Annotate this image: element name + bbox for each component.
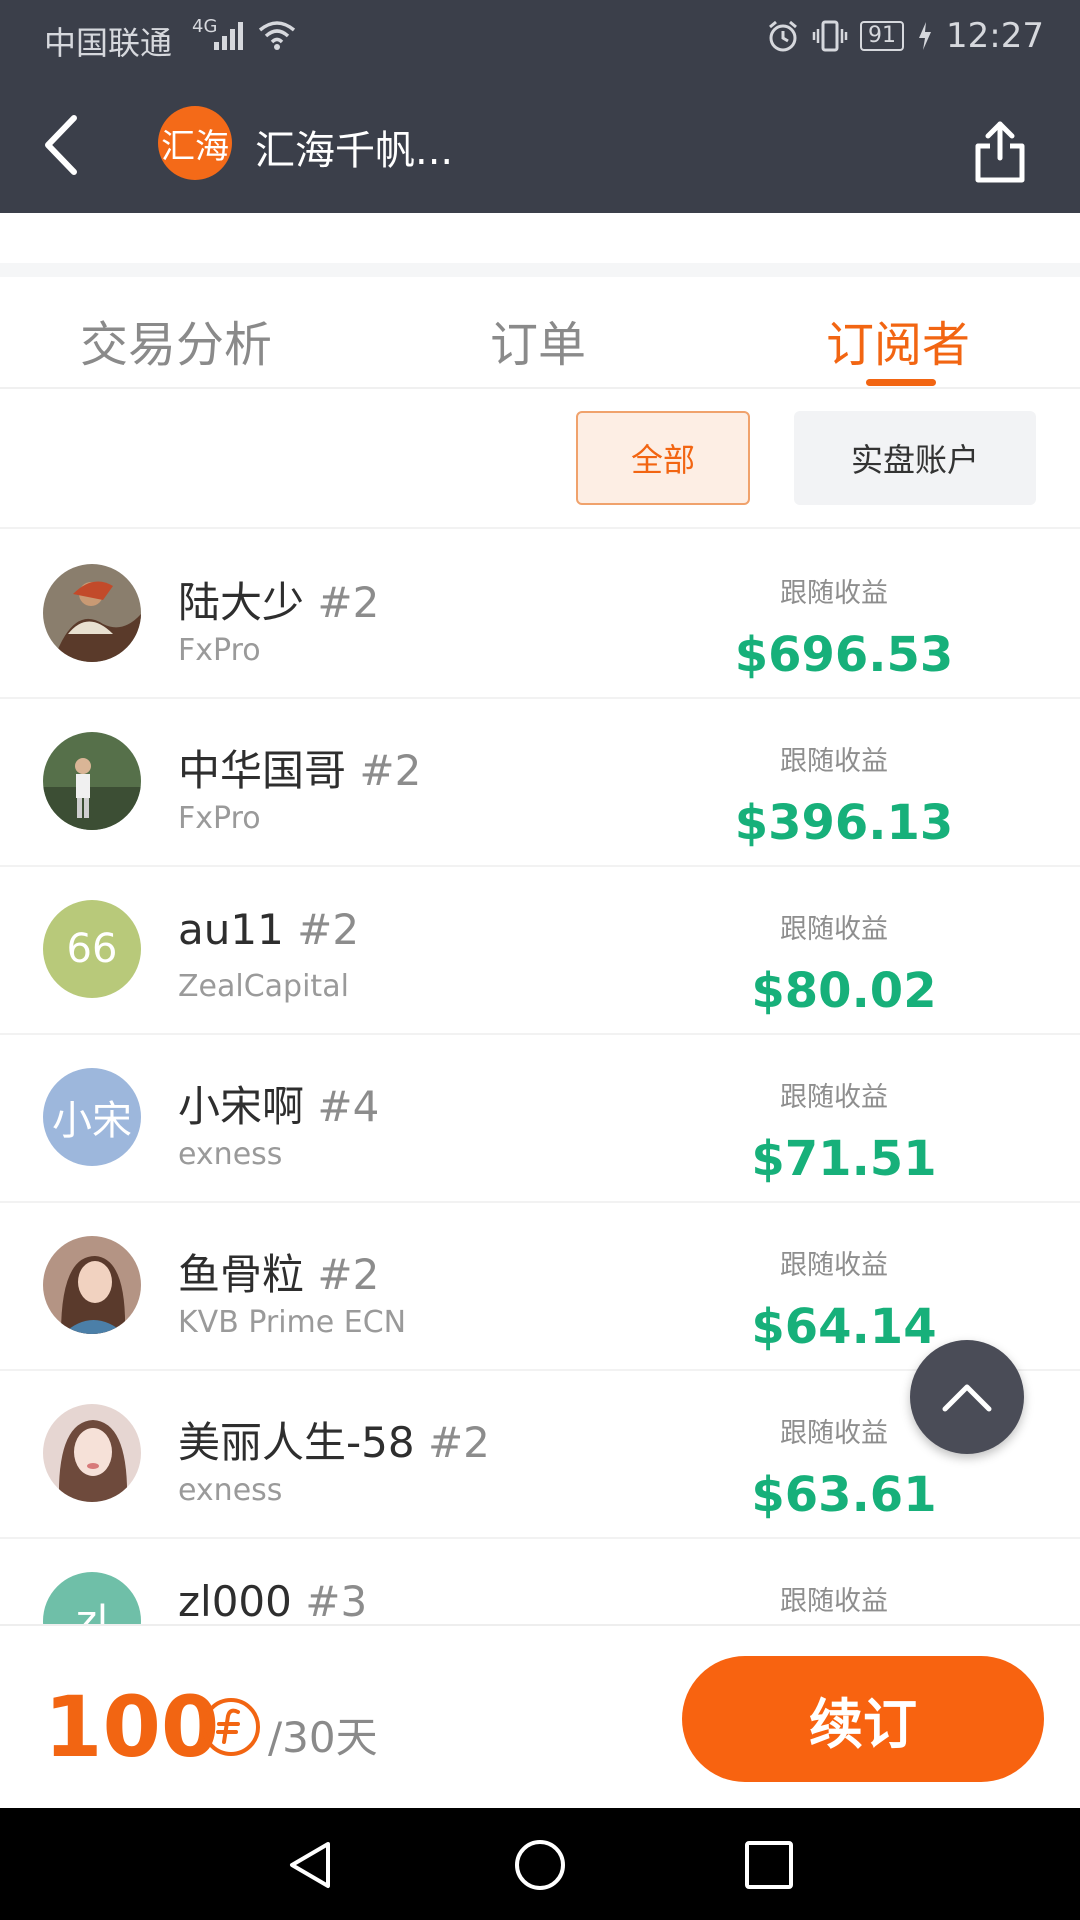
user-photo-icon xyxy=(43,564,141,662)
list-item[interactable]: 小宋 小宋啊 #4 exness 跟随收益 $71.51 xyxy=(0,1035,1080,1203)
renew-button[interactable]: 续订 xyxy=(682,1656,1044,1782)
user-photo-icon xyxy=(43,1404,141,1502)
avatar: 小宋 xyxy=(43,1068,141,1166)
profit-value: $696.53 xyxy=(734,627,954,683)
status-right: 91 12:27 xyxy=(766,14,1044,58)
divider xyxy=(0,263,1080,277)
profit-label: 跟随收益 xyxy=(780,1586,888,1617)
list-item[interactable]: zl zl000 #3 跟随收益 xyxy=(0,1539,1080,1624)
system-nav-bar xyxy=(0,1808,1080,1920)
broker-label: FxPro xyxy=(178,801,261,836)
list-item[interactable]: 66 au11 #2 ZealCapital 跟随收益 $80.02 xyxy=(0,867,1080,1035)
top-bar: 中国联通 4G 91 12:27 汇海 汇海千帆... xyxy=(0,0,1080,213)
carrier-label: 中国联通 xyxy=(44,24,173,62)
filter-all-button[interactable]: 全部 xyxy=(576,411,750,505)
status-bar: 中国联通 4G 91 12:27 xyxy=(0,0,1080,76)
tab-subscribers[interactable]: 订阅者 xyxy=(826,305,970,375)
profit-value: $396.13 xyxy=(734,795,954,851)
subscriber-name: au11 #2 xyxy=(178,905,360,954)
profit-label: 跟随收益 xyxy=(780,914,888,945)
tab-bar: 交易分析 订单 订阅者 xyxy=(0,277,1080,389)
broker-label: exness xyxy=(178,1137,283,1172)
subscription-footer: 100 /30天 续订 xyxy=(0,1624,1080,1808)
avatar xyxy=(43,732,141,830)
user-photo-icon xyxy=(43,1236,141,1334)
list-item[interactable]: 陆大少 #2 FxPro 跟随收益 $696.53 xyxy=(0,531,1080,699)
share-icon[interactable] xyxy=(972,120,1028,184)
charging-icon xyxy=(919,22,932,50)
broker-label: KVB Prime ECN xyxy=(178,1305,407,1340)
back-arrow-icon[interactable] xyxy=(40,110,84,180)
profit-label: 跟随收益 xyxy=(780,1250,888,1281)
alarm-icon xyxy=(769,20,797,52)
avatar xyxy=(43,1236,141,1334)
subscriber-name: zl000 #3 xyxy=(178,1577,368,1624)
subscriber-name: 美丽人生-58 #2 xyxy=(178,1418,490,1467)
price-period: /30天 xyxy=(268,1713,378,1762)
profit-label: 跟随收益 xyxy=(780,746,888,777)
avatar xyxy=(43,1404,141,1502)
nav-recents-icon[interactable] xyxy=(742,1838,796,1892)
battery-indicator: 91 xyxy=(860,21,905,51)
signal-icon xyxy=(214,22,243,50)
broker-label: ZealCapital xyxy=(178,969,349,1004)
filter-real-account-button[interactable]: 实盘账户 xyxy=(794,411,1036,505)
active-tab-indicator xyxy=(866,379,936,386)
nav-home-icon[interactable] xyxy=(513,1838,567,1892)
subscriber-name: 中华国哥 #2 xyxy=(178,746,422,795)
page-title: 汇海千帆... xyxy=(255,128,454,174)
user-photo-icon xyxy=(43,732,141,830)
profit-label: 跟随收益 xyxy=(780,1082,888,1113)
profit-value: $80.02 xyxy=(751,963,937,1019)
scroll-to-top-button[interactable] xyxy=(910,1340,1024,1454)
profit-label: 跟随收益 xyxy=(780,578,888,609)
chevron-up-icon xyxy=(942,1384,992,1412)
tab-orders[interactable]: 订单 xyxy=(490,305,586,375)
avatar xyxy=(43,564,141,662)
coin-icon xyxy=(202,1698,260,1756)
vibrate-icon xyxy=(812,20,848,52)
subscriber-list[interactable]: 陆大少 #2 FxPro 跟随收益 $696.53 中华国哥 #2 FxPro … xyxy=(0,531,1080,1624)
list-item[interactable]: 中华国哥 #2 FxPro 跟随收益 $396.13 xyxy=(0,699,1080,867)
profit-value: $71.51 xyxy=(751,1131,937,1187)
wifi-icon xyxy=(258,21,296,50)
broker-label: exness xyxy=(178,1473,283,1508)
strategy-avatar: 汇海 xyxy=(158,106,232,180)
clock: 12:27 xyxy=(946,16,1044,56)
spacer xyxy=(0,213,1080,265)
nav-back-icon[interactable] xyxy=(284,1838,338,1892)
price-value: 100 xyxy=(44,1678,220,1776)
subscriber-name: 小宋啊 #4 xyxy=(178,1082,380,1131)
tab-trade-analysis[interactable]: 交易分析 xyxy=(80,305,272,375)
subscriber-name: 陆大少 #2 xyxy=(178,578,380,627)
filter-bar: 全部 实盘账户 xyxy=(0,389,1080,529)
avatar: 66 xyxy=(43,900,141,998)
profit-value: $63.61 xyxy=(751,1467,937,1523)
broker-label: FxPro xyxy=(178,633,261,668)
app-header: 汇海 汇海千帆... xyxy=(0,76,1080,213)
subscriber-name: 鱼骨粒 #2 xyxy=(178,1250,380,1299)
avatar: zl xyxy=(43,1572,141,1624)
list-item[interactable]: 鱼骨粒 #2 KVB Prime ECN 跟随收益 $64.14 xyxy=(0,1203,1080,1371)
